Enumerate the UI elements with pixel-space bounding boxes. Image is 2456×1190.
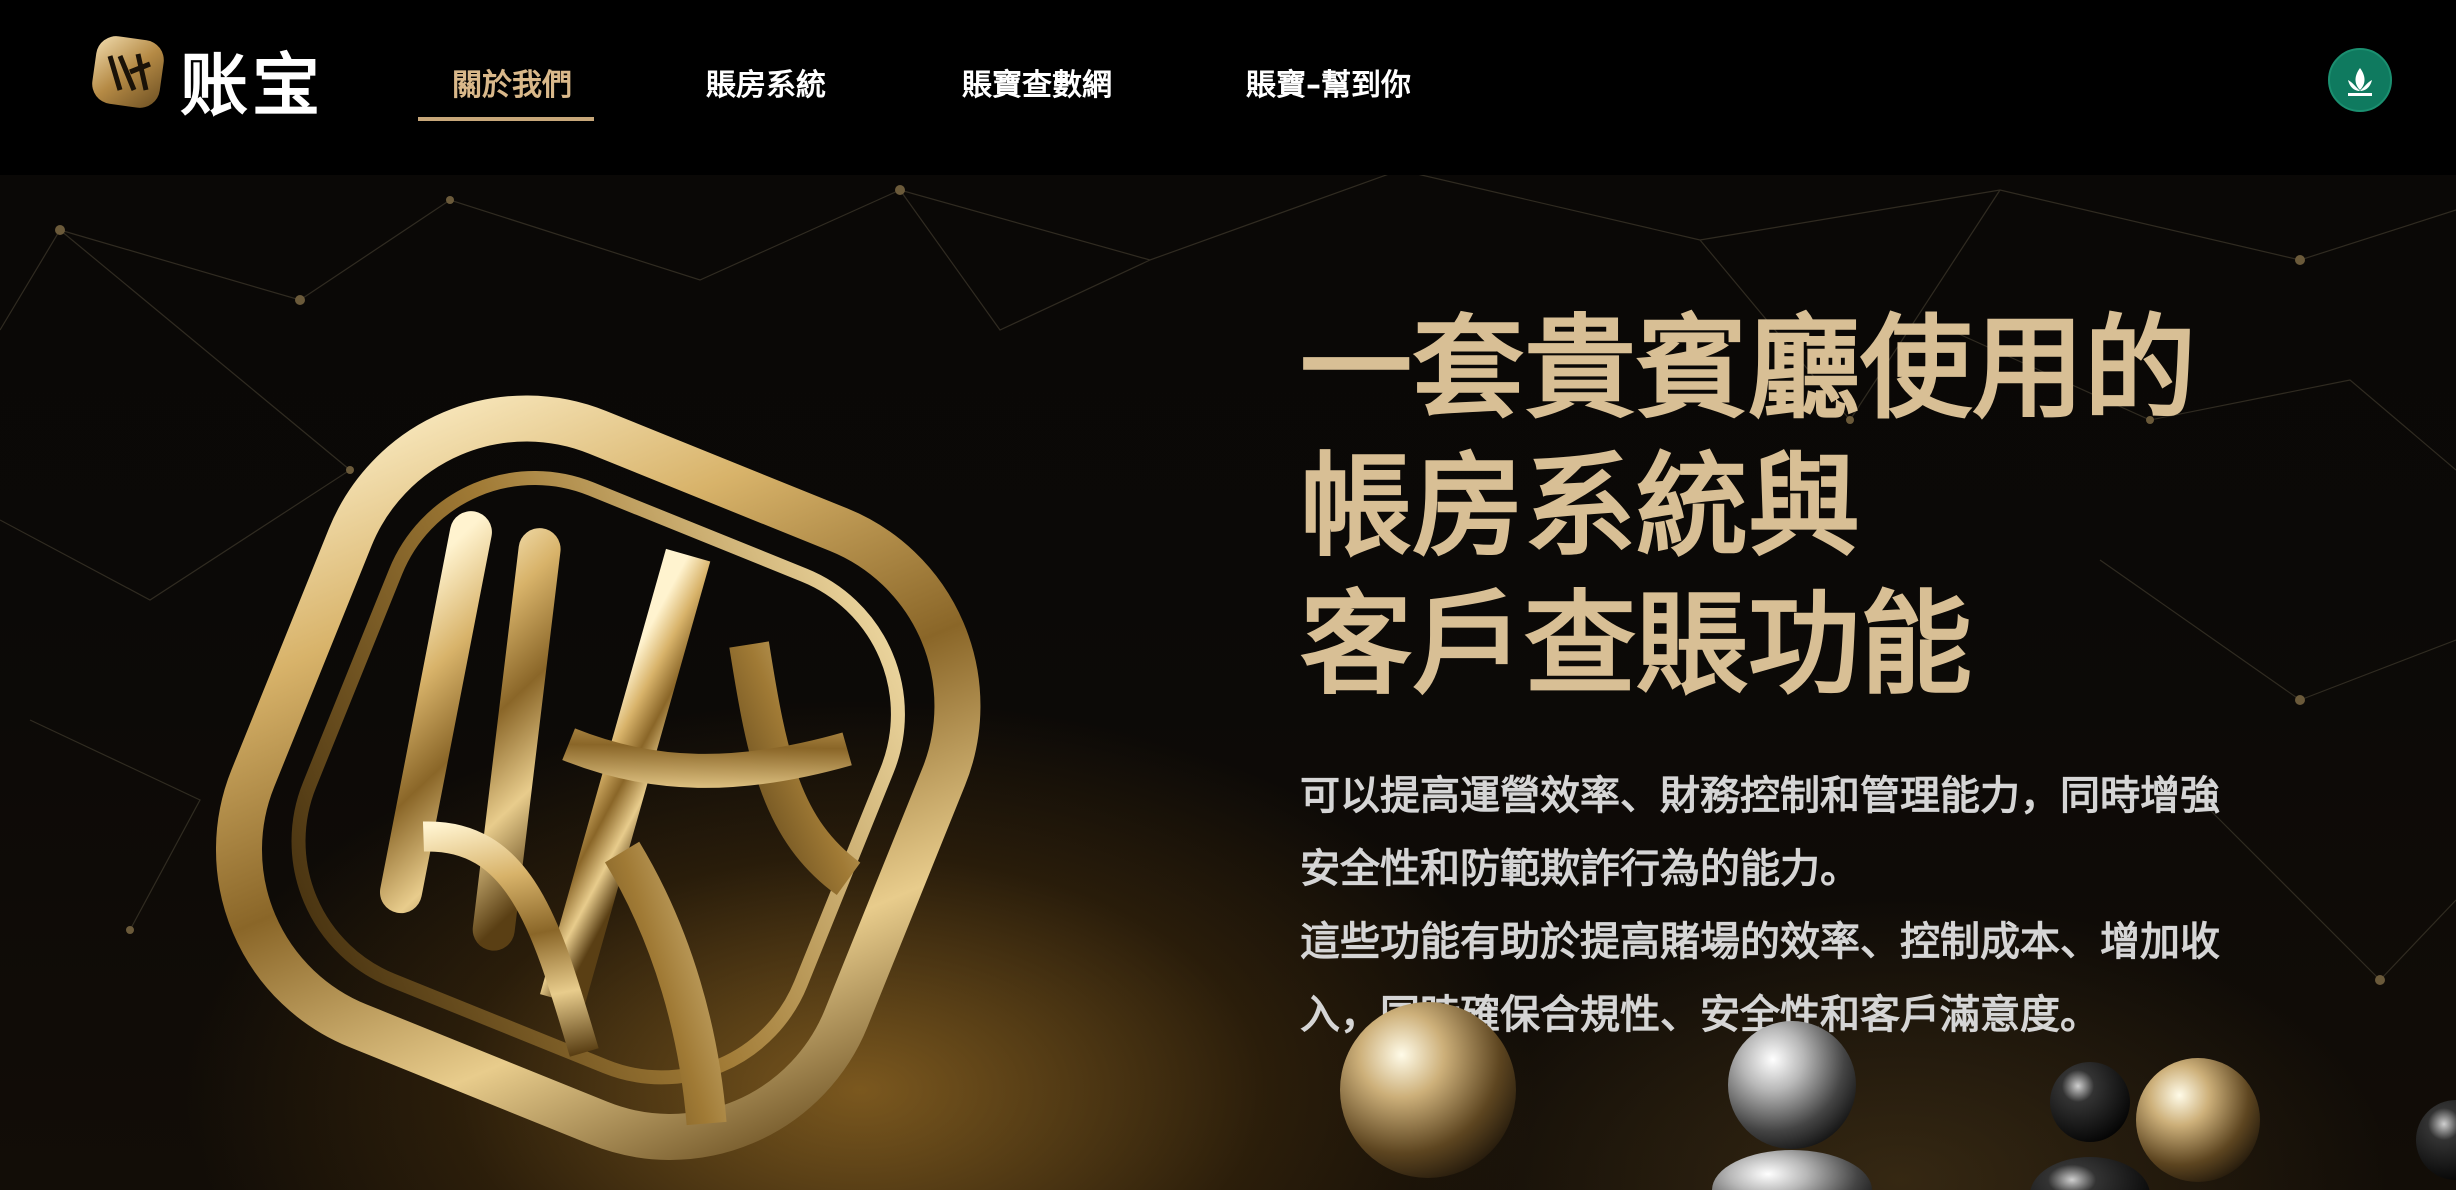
nav-item-query-site[interactable]: 賬寶查數網 xyxy=(962,60,1112,104)
metallic-spheres-decoration xyxy=(1340,1002,2456,1190)
lotus-icon xyxy=(2348,68,2372,96)
description-line-2: 安全性和防範欺詐行為的能力。 xyxy=(1300,846,1860,892)
brand-name[interactable]: 账宝 xyxy=(180,30,324,129)
nav-active-indicator xyxy=(418,117,594,121)
macau-flag-icon[interactable] xyxy=(2328,48,2392,112)
nav-item-help[interactable]: 賬寶–幫到你 xyxy=(1246,60,1411,104)
headline-line-1: 一套貴賓廳使用的 xyxy=(1300,304,2196,434)
headline-line-2: 帳房系統與 xyxy=(1300,442,1860,572)
nav-item-about[interactable]: 關於我們 xyxy=(452,60,572,104)
description-line-3: 這些功能有助於提高賭場的效率、控制成本、增加收 xyxy=(1300,919,2220,965)
nav-item-accounting-system[interactable]: 賬房系統 xyxy=(706,60,826,104)
headline-line-3: 客戶查賬功能 xyxy=(1300,580,1972,710)
hero-headline: 一套貴賓廳使用的 帳房系統與 客戶查賬功能 xyxy=(1300,300,2300,714)
top-navbar: 账宝 關於我們 賬房系統 賬寶查數網 賬寶–幫到你 xyxy=(0,0,2456,175)
gold-emblem-3d xyxy=(215,395,981,1160)
description-line-1: 可以提高運營效率、財務控制和管理能力，同時增強 xyxy=(1300,773,2220,819)
